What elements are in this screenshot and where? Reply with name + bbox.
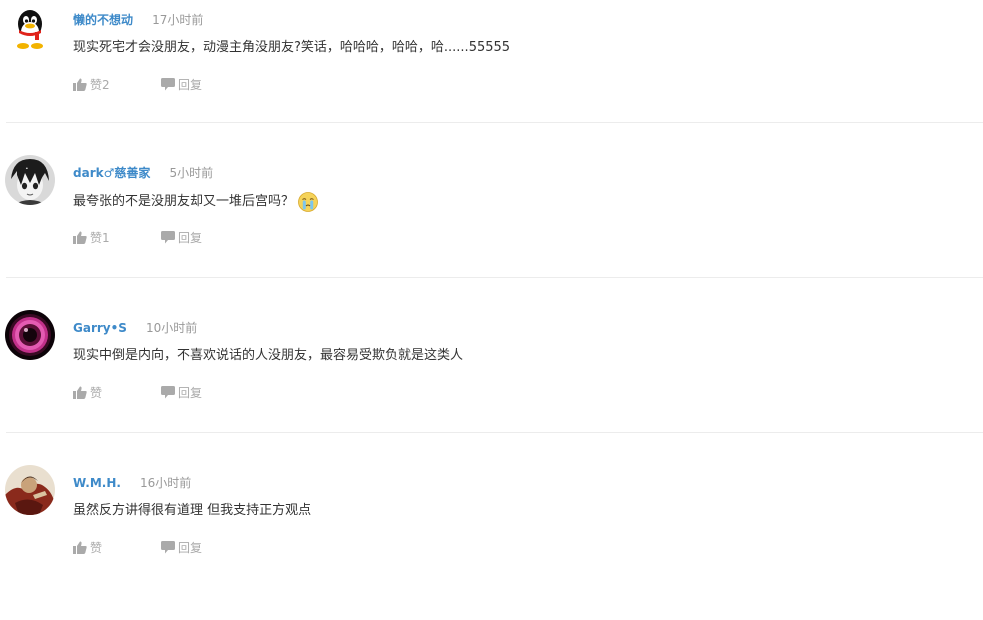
comment-actions: 赞 回复 xyxy=(73,539,202,555)
thumbs-up-icon xyxy=(73,386,87,399)
like-button[interactable]: 赞1 xyxy=(73,229,161,246)
comment-actions: 赞2 回复 xyxy=(73,76,202,92)
reply-button[interactable]: 回复 xyxy=(161,384,202,401)
thumbs-up-icon xyxy=(73,231,87,244)
comment-item: 懒的不想动 17小时前 现实死宅才会没朋友，动漫主角没朋友?笑话，哈哈哈，哈哈，… xyxy=(0,2,983,157)
crying-face-icon xyxy=(298,192,318,212)
reply-button[interactable]: 回复 xyxy=(161,229,202,246)
comment-time: 5小时前 xyxy=(169,166,214,180)
like-count: 赞1 xyxy=(90,230,110,245)
pink-eye-avatar-icon xyxy=(5,310,55,360)
comment-text: 现实中倒是内向，不喜欢说话的人没朋友，最容易受欺负就是这类人 xyxy=(73,347,463,365)
comment-text-content: 现实死宅才会没朋友，动漫主角没朋友?笑话，哈哈哈，哈哈，哈......55555 xyxy=(73,40,511,55)
comment-text-content: 现实中倒是内向，不喜欢说话的人没朋友，最容易受欺负就是这类人 xyxy=(73,348,464,363)
username[interactable]: 懒的不想动 xyxy=(73,13,133,27)
divider xyxy=(6,277,983,278)
comment-text: 虽然反方讲得很有道理 但我支持正方观点 xyxy=(73,502,311,520)
thumbs-up-icon xyxy=(73,541,87,554)
qq-penguin-icon xyxy=(5,2,55,52)
user-avatar[interactable] xyxy=(5,2,55,52)
like-button[interactable]: 赞 xyxy=(73,539,161,556)
comment-text: 现实死宅才会没朋友，动漫主角没朋友?笑话，哈哈哈，哈哈，哈......55555 xyxy=(73,39,510,57)
username[interactable]: W.M.H. xyxy=(73,476,121,490)
like-button[interactable]: 赞2 xyxy=(73,76,161,93)
comment-bubble-icon xyxy=(161,77,175,90)
comment-bubble-icon xyxy=(161,385,175,398)
divider xyxy=(6,122,983,123)
like-button[interactable]: 赞 xyxy=(73,384,161,401)
painted-figure-avatar-icon xyxy=(5,465,55,515)
comment-actions: 赞 回复 xyxy=(73,384,202,400)
username[interactable]: Garry•S xyxy=(73,321,127,335)
user-avatar[interactable] xyxy=(5,310,55,360)
comment-time: 10小时前 xyxy=(146,321,198,335)
comment-text-content: 虽然反方讲得很有道理 但我支持正方观点 xyxy=(73,503,312,518)
comment-bubble-icon xyxy=(161,540,175,553)
reply-label: 回复 xyxy=(178,385,203,400)
like-count: 赞 xyxy=(90,385,103,400)
reply-label: 回复 xyxy=(178,77,203,92)
reply-label: 回复 xyxy=(178,540,203,555)
divider xyxy=(6,432,983,433)
comment-text-content: 最夸张的不是没朋友却又一堆后宫吗？ xyxy=(73,194,295,209)
comment-text: 最夸张的不是没朋友却又一堆后宫吗？ xyxy=(73,192,318,212)
user-avatar[interactable] xyxy=(5,155,55,205)
like-count: 赞 xyxy=(90,540,103,555)
comment-time: 16小时前 xyxy=(140,476,192,490)
comment-item: dark♂慈善家 5小时前 最夸张的不是没朋友却又一堆后宫吗？ 赞1 回复 xyxy=(0,155,983,310)
comment-item: W.M.H. 16小时前 虽然反方讲得很有道理 但我支持正方观点 赞 回复 xyxy=(0,465,983,620)
comment-actions: 赞1 回复 xyxy=(73,229,202,245)
thumbs-up-icon xyxy=(73,78,87,91)
comment-bubble-icon xyxy=(161,230,175,243)
user-avatar[interactable] xyxy=(5,465,55,515)
comment-item: Garry•S 10小时前 现实中倒是内向，不喜欢说话的人没朋友，最容易受欺负就… xyxy=(0,310,983,465)
username[interactable]: dark♂慈善家 xyxy=(73,166,150,180)
comment-time: 17小时前 xyxy=(152,13,204,27)
reply-button[interactable]: 回复 xyxy=(161,76,202,93)
anime-boy-avatar-icon xyxy=(5,155,55,205)
reply-button[interactable]: 回复 xyxy=(161,539,202,556)
like-count: 赞2 xyxy=(90,77,110,92)
reply-label: 回复 xyxy=(178,230,203,245)
